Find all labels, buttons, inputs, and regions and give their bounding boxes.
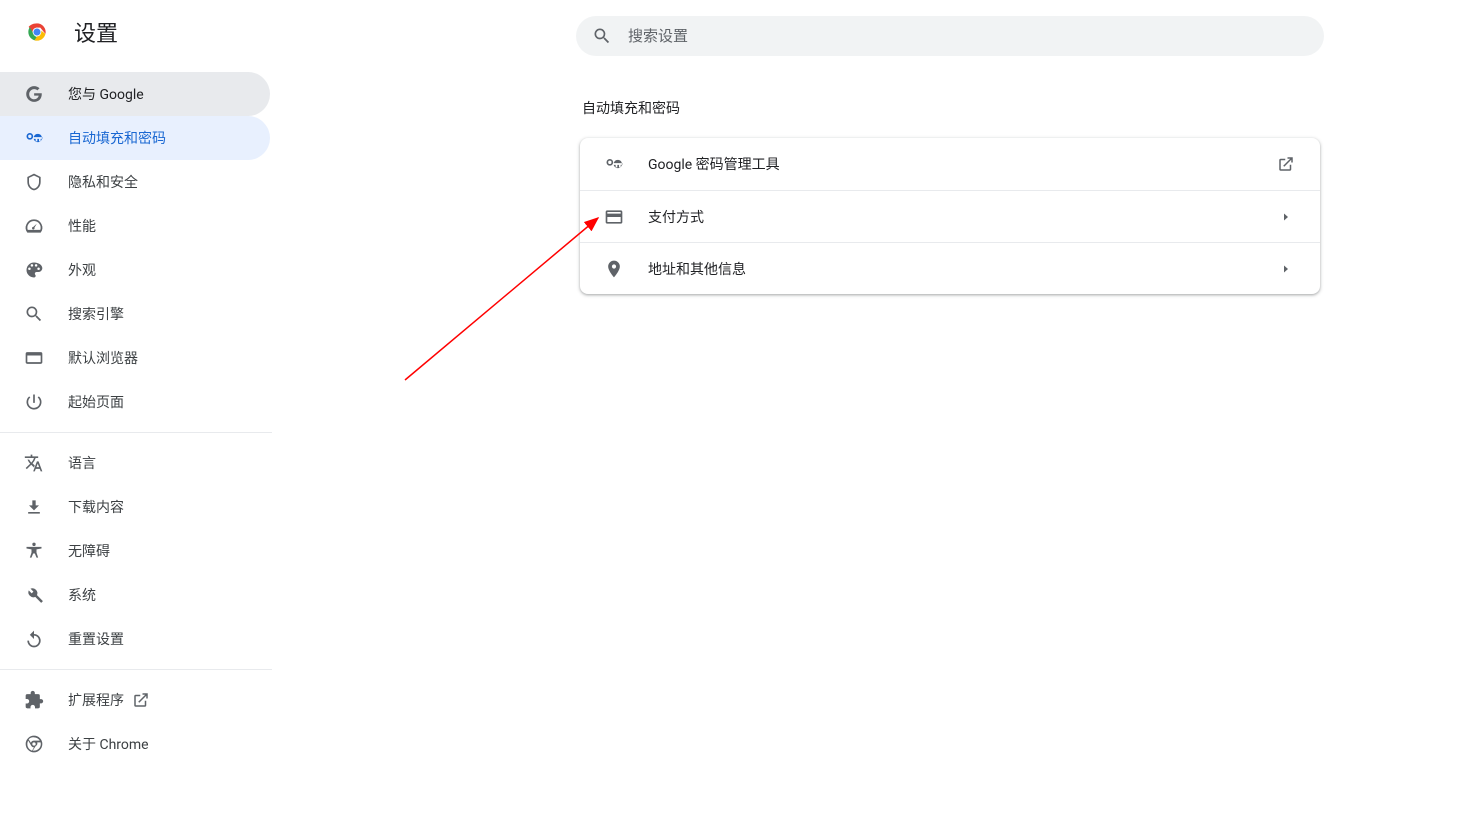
sidebar-item-default-browser[interactable]: 默认浏览器	[0, 336, 270, 380]
section-title: 自动填充和密码	[582, 98, 1320, 118]
sidebar-item-appearance[interactable]: 外观	[0, 248, 270, 292]
chrome-outline-icon	[24, 734, 44, 754]
accessibility-icon	[24, 541, 44, 561]
sidebar-item-autofill[interactable]: 自动填充和密码	[0, 116, 270, 160]
sidebar-item-label: 隐私和安全	[68, 172, 138, 192]
sidebar-item-label: 重置设置	[68, 629, 124, 649]
sidebar-item-extensions[interactable]: 扩展程序	[0, 678, 270, 722]
sidebar-item-privacy[interactable]: 隐私和安全	[0, 160, 270, 204]
chrome-logo-icon	[24, 19, 50, 45]
sidebar-item-on-startup[interactable]: 起始页面	[0, 380, 270, 424]
sidebar-item-performance[interactable]: 性能	[0, 204, 270, 248]
search-input[interactable]	[628, 28, 1308, 45]
page-title: 设置	[74, 16, 118, 48]
key-icon	[24, 128, 44, 148]
sidebar-item-label: 搜索引擎	[68, 304, 124, 324]
google-g-icon	[24, 84, 44, 104]
main-content: 自动填充和密码 Google 密码管理工具 支付方式 地址和其他信息	[580, 98, 1320, 294]
sidebar-item-label: 关于 Chrome	[68, 734, 149, 754]
chevron-right-icon	[1276, 207, 1296, 227]
sidebar-item-label: 起始页面	[68, 392, 124, 412]
sidebar-item-label: 外观	[68, 260, 96, 280]
sidebar-item-label: 默认浏览器	[68, 348, 138, 368]
sidebar-item-search-engine[interactable]: 搜索引擎	[0, 292, 270, 336]
sidebar-item-downloads[interactable]: 下载内容	[0, 485, 270, 529]
download-icon	[24, 497, 44, 517]
row-payment-methods[interactable]: 支付方式	[580, 190, 1320, 242]
sidebar-item-you-google[interactable]: 您与 Google	[0, 72, 270, 116]
sidebar-item-languages[interactable]: 语言	[0, 441, 270, 485]
sidebar-item-label: 系统	[68, 585, 96, 605]
sidebar-item-label: 性能	[68, 216, 96, 236]
credit-card-icon	[604, 207, 624, 227]
sidebar-item-accessibility[interactable]: 无障碍	[0, 529, 270, 573]
translate-icon	[24, 453, 44, 473]
search-icon	[24, 304, 44, 324]
browser-icon	[24, 348, 44, 368]
wrench-icon	[24, 585, 44, 605]
search-icon	[592, 26, 612, 46]
chevron-right-icon	[1276, 259, 1296, 279]
reset-icon	[24, 629, 44, 649]
row-label: 支付方式	[648, 207, 1276, 227]
sidebar-item-label: 下载内容	[68, 497, 124, 517]
row-addresses[interactable]: 地址和其他信息	[580, 242, 1320, 294]
settings-card: Google 密码管理工具 支付方式 地址和其他信息	[580, 138, 1320, 294]
search-bar[interactable]	[576, 16, 1324, 56]
open-external-icon	[1276, 154, 1296, 174]
power-icon	[24, 392, 44, 412]
divider	[0, 432, 272, 433]
sidebar-item-about[interactable]: 关于 Chrome	[0, 722, 270, 766]
key-icon	[604, 154, 624, 174]
sidebar-nav: 您与 Google 自动填充和密码 隐私和安全 性能 外观 搜索引擎	[0, 72, 272, 766]
divider	[0, 669, 272, 670]
sidebar-item-label: 您与 Google	[68, 84, 144, 104]
shield-icon	[24, 172, 44, 192]
row-label: 地址和其他信息	[648, 259, 1276, 279]
speedometer-icon	[24, 216, 44, 236]
extension-icon	[24, 690, 44, 710]
row-label: Google 密码管理工具	[648, 154, 1276, 174]
location-icon	[604, 259, 624, 279]
palette-icon	[24, 260, 44, 280]
sidebar-item-label: 语言	[68, 453, 96, 473]
sidebar-item-reset[interactable]: 重置设置	[0, 617, 270, 661]
sidebar-item-label: 扩展程序	[68, 690, 124, 710]
row-password-manager[interactable]: Google 密码管理工具	[580, 138, 1320, 190]
sidebar-item-label: 无障碍	[68, 541, 110, 561]
sidebar-item-label: 自动填充和密码	[68, 128, 166, 148]
sidebar-item-system[interactable]: 系统	[0, 573, 270, 617]
open-external-icon	[132, 691, 150, 709]
